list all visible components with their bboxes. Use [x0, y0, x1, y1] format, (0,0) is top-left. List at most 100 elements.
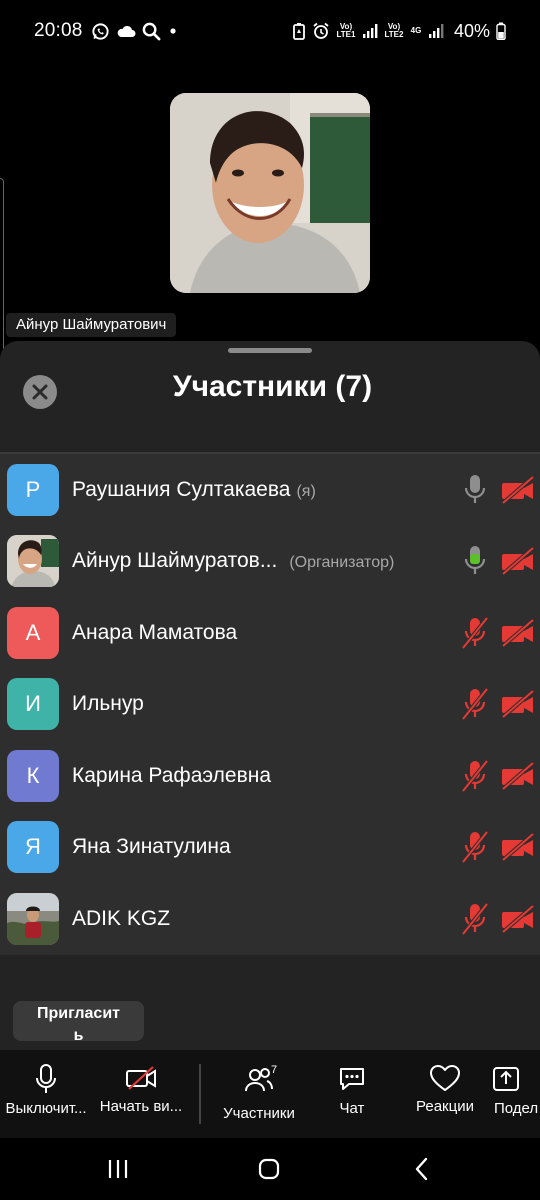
invite-button[interactable]: Пригласит ь: [13, 1001, 144, 1041]
participant-row[interactable]: К Карина Рафаэлевна: [0, 740, 540, 812]
participants-button[interactable]: 7 Участники: [218, 1050, 300, 1138]
participant-name: Ильнур: [72, 692, 144, 716]
participant-row[interactable]: А Анара Маматова: [0, 597, 540, 669]
participants-icon-wrap: 7: [244, 1050, 278, 1099]
participant-name-wrap: ADIK KGZ: [72, 907, 170, 931]
video-off-icon[interactable]: [500, 546, 536, 576]
avatar-initial: К: [26, 762, 40, 788]
recent-apps-icon[interactable]: [106, 1156, 130, 1182]
participant-name-wrap: Ильнур: [72, 692, 144, 716]
avatar-initial: Я: [25, 834, 41, 860]
participant-name-wrap: Раушания Султакаева (я): [72, 478, 316, 502]
video-off-icon[interactable]: [500, 618, 536, 648]
speaker-video-tile[interactable]: [170, 93, 370, 293]
participant-name: Раушания Султакаева: [72, 477, 291, 501]
avatar: P: [7, 463, 59, 516]
back-icon[interactable]: [410, 1156, 434, 1182]
participant-row[interactable]: Я Яна Зинатулина: [0, 812, 540, 884]
reactions-button[interactable]: Реакции: [410, 1050, 480, 1138]
microphone-muted-icon[interactable]: [461, 902, 489, 936]
net-tag: 4G: [410, 26, 422, 35]
microphone-muted-icon[interactable]: [461, 830, 489, 864]
system-navigation-bar: [0, 1138, 540, 1200]
signal-1-icon: [362, 24, 378, 38]
signal-2-icon: [428, 24, 444, 38]
video-off-icon[interactable]: [500, 689, 536, 719]
participant-name: Карина Рафаэлевна: [72, 763, 271, 787]
chat-icon: [340, 1068, 364, 1090]
participant-row[interactable]: P Раушания Султакаева (я): [0, 454, 540, 526]
participant-row[interactable]: И Ильнур: [0, 669, 540, 741]
participant-name: Яна Зинатулина: [72, 835, 231, 859]
participant-note: (Организатор): [289, 554, 395, 572]
video-off-icon[interactable]: [500, 832, 536, 862]
participant-name: Айнур Шаймуратов...: [72, 549, 278, 573]
toolbar-divider: [199, 1064, 201, 1124]
mute-label: Выключит...: [5, 1100, 87, 1117]
avatar: И: [7, 678, 59, 731]
participant-row[interactable]: Айнур Шаймуратов... (Организатор): [0, 526, 540, 598]
avatar: К: [7, 749, 59, 802]
sim1-tag: Vo) LTE1: [336, 22, 356, 39]
battery-saver-icon: [293, 23, 305, 40]
invite-label: Пригласит ь: [36, 1005, 120, 1041]
status-time: 20:08: [34, 20, 83, 41]
speaker-photo: [170, 93, 370, 293]
participant-name-wrap: Яна Зинатулина: [72, 835, 231, 859]
status-left-icons: [91, 22, 179, 41]
heart-icon: [430, 1065, 460, 1091]
share-icon: [493, 1067, 519, 1091]
microphone-muted-icon[interactable]: [461, 687, 489, 721]
avatar-photo: [7, 892, 59, 945]
participant-name-wrap: Айнур Шаймуратов... (Организатор): [72, 549, 394, 573]
status-right-icons: Vo) LTE1 Vo) LTE2 4G 40%: [292, 21, 506, 42]
participants-count-badge: 7: [271, 1064, 278, 1076]
avatar: А: [7, 606, 59, 659]
battery-percent: 40%: [453, 20, 490, 41]
microphone-muted-icon[interactable]: [461, 616, 489, 650]
mute-button[interactable]: Выключит...: [0, 1050, 92, 1138]
microphone-icon[interactable]: [461, 473, 489, 507]
speaker-name-label: Айнур Шаймуратович: [6, 313, 177, 337]
participant-note: (я): [296, 482, 316, 500]
video-off-icon[interactable]: [500, 475, 536, 505]
battery-icon: [496, 22, 506, 40]
reactions-label: Реакции: [416, 1098, 474, 1115]
share-label: Подел: [494, 1100, 539, 1117]
participant-name: ADIK KGZ: [72, 906, 171, 930]
chat-label: Чат: [339, 1100, 365, 1117]
microphone-active-icon[interactable]: [461, 544, 489, 578]
participant-name: Анара Маматова: [72, 620, 238, 644]
notification-dot-icon: [169, 28, 176, 34]
avatar: Я: [7, 821, 59, 874]
sheet-title: Участники (7): [172, 370, 373, 403]
start-video-button[interactable]: Начать ви...: [96, 1050, 186, 1138]
video-off-icon[interactable]: [500, 761, 536, 791]
home-icon[interactable]: [257, 1156, 281, 1182]
microphone-icon: [36, 1064, 56, 1093]
participant-name-wrap: Карина Рафаэлевна: [72, 764, 271, 788]
video-off-icon: [126, 1066, 156, 1090]
participant-name-wrap: Анара Маматова: [72, 621, 237, 645]
whatsapp-icon: [91, 22, 109, 40]
sheet-drag-handle[interactable]: [228, 348, 312, 353]
cloud-icon: [117, 25, 136, 37]
meeting-toolbar: Выключит... Начать ви... 7 Участники Чат…: [0, 1050, 540, 1138]
video-off-icon[interactable]: [500, 904, 536, 934]
share-button[interactable]: Подел: [492, 1050, 540, 1138]
participants-sheet: Участники (7) P Раушания Султакаева (я) А…: [0, 341, 540, 1050]
participants-label: Участники: [223, 1105, 295, 1122]
participant-row[interactable]: ADIK KGZ: [0, 883, 540, 955]
avatar: [7, 892, 59, 945]
search-icon: [142, 22, 160, 40]
participants-icon: [245, 1068, 273, 1092]
alarm-icon: [313, 22, 329, 39]
avatar: [7, 535, 59, 588]
status-bar: 20:08 Vo) LTE1 Vo) LTE2 4G 40%: [0, 0, 540, 62]
start-video-label: Начать ви...: [99, 1098, 183, 1115]
chat-button[interactable]: Чат: [322, 1050, 382, 1138]
sim2-tag: Vo) LTE2: [384, 22, 404, 39]
participant-list: P Раушания Султакаева (я) Айнур Шаймурато…: [0, 454, 540, 955]
avatar-photo: [7, 535, 59, 588]
microphone-muted-icon[interactable]: [461, 759, 489, 793]
